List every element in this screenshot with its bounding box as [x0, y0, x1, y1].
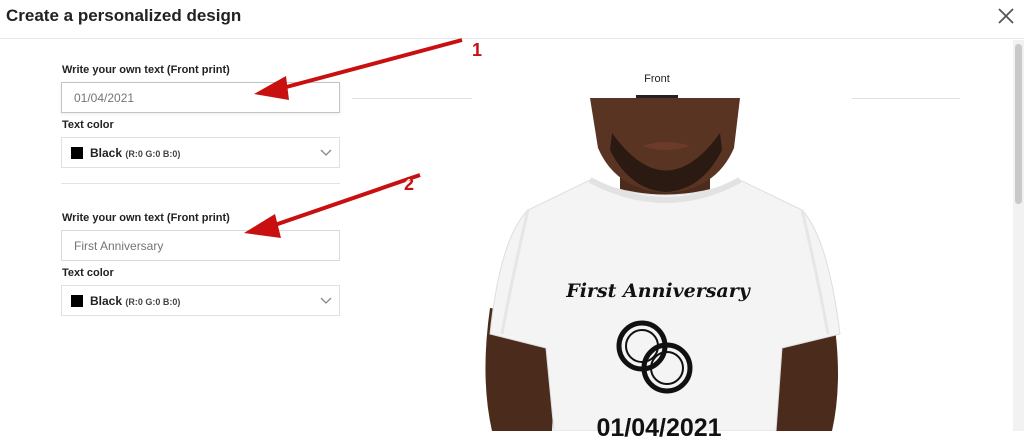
annotation-marker-1: 1: [472, 40, 483, 60]
annotation-arrows: [244, 38, 463, 238]
annotation-marker-2: 2: [404, 174, 415, 194]
